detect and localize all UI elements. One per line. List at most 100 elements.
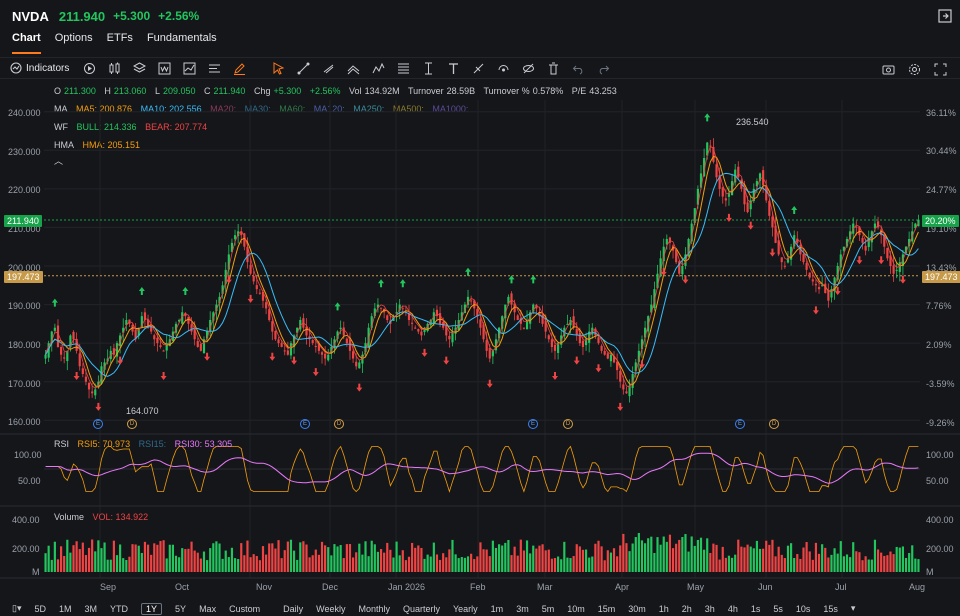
timeframe-1m[interactable]: 1m: [491, 604, 504, 614]
stock-chart-app: NVDA 211.940 +5.300 +2.56% Chart Options…: [0, 0, 960, 616]
timeframe-3m[interactable]: 3M: [85, 604, 98, 614]
earnings-marker[interactable]: E: [300, 419, 310, 429]
timeframe-weekly[interactable]: Weekly: [316, 604, 345, 614]
dividend-marker[interactable]: D: [563, 419, 573, 429]
timeframe-1s[interactable]: 1s: [751, 604, 761, 614]
redo-icon[interactable]: [595, 60, 611, 76]
timeframe-5y[interactable]: 5Y: [175, 604, 186, 614]
tab-chart[interactable]: Chart: [12, 32, 41, 54]
timeframe-10s[interactable]: 10s: [796, 604, 811, 614]
timeframe-max[interactable]: Max: [199, 604, 216, 614]
brush-icon[interactable]: [470, 60, 486, 76]
volume-bar: [628, 551, 631, 572]
timeframe-quarterly[interactable]: Quarterly: [403, 604, 440, 614]
ray-line-icon[interactable]: [320, 60, 336, 76]
pattern-icon[interactable]: [370, 60, 386, 76]
timeframe-15m[interactable]: 15m: [598, 604, 616, 614]
rsi-legend[interactable]: RSI RSI5: 70.973 RSI15: RSI30: 53.305: [54, 439, 238, 449]
volume-bar: [780, 554, 783, 572]
dividend-marker[interactable]: D: [769, 419, 779, 429]
dividend-marker[interactable]: D: [127, 419, 137, 429]
volume-bar: [895, 546, 898, 572]
candle-body: [324, 353, 327, 359]
lines-icon[interactable]: [206, 60, 222, 76]
wf-indicator-icon[interactable]: [156, 60, 172, 76]
volume-bar: [255, 556, 258, 572]
indicators-button[interactable]: Indicators: [10, 62, 69, 74]
price-tick: 180.000: [8, 340, 41, 350]
timeframe-daily[interactable]: Daily: [283, 604, 303, 614]
tab-etfs[interactable]: ETFs: [107, 32, 133, 54]
volume-legend[interactable]: Volume VOL: 134.922: [54, 512, 154, 522]
rsi-tick: 50.00: [18, 476, 41, 486]
replay-icon[interactable]: [81, 60, 97, 76]
pen-icon[interactable]: [231, 60, 247, 76]
volume-bar: [411, 542, 414, 572]
layers-icon[interactable]: [131, 60, 147, 76]
timeframe-15s[interactable]: 15s: [823, 604, 838, 614]
timeframe-1m[interactable]: 1M: [59, 604, 72, 614]
exit-fullscreen-icon[interactable]: [938, 9, 952, 23]
candle-body: [327, 354, 330, 361]
magnet-icon[interactable]: [495, 60, 511, 76]
fib-icon[interactable]: [395, 60, 411, 76]
earnings-marker[interactable]: E: [735, 419, 745, 429]
fullscreen-icon[interactable]: [932, 61, 948, 77]
gear-icon[interactable]: [906, 61, 922, 77]
volume-bar: [470, 553, 473, 572]
timeframe-5s[interactable]: 5s: [773, 604, 783, 614]
price-change: +5.300: [113, 9, 151, 23]
volume-bar: [50, 559, 53, 572]
timeframe-yearly[interactable]: Yearly: [453, 604, 478, 614]
text-icon[interactable]: [445, 60, 461, 76]
timeframe-1h[interactable]: 1h: [659, 604, 669, 614]
trend-line-icon[interactable]: [295, 60, 311, 76]
timeframe-2h[interactable]: 2h: [682, 604, 692, 614]
channel-icon[interactable]: [345, 60, 361, 76]
timeframe-custom[interactable]: Custom: [229, 604, 260, 614]
volume-tick: 200.00: [12, 544, 40, 554]
volume-bar: [659, 544, 662, 572]
bull-signal-arrow: [334, 302, 341, 311]
earnings-marker[interactable]: E: [528, 419, 538, 429]
dividend-marker[interactable]: D: [334, 419, 344, 429]
volume-bar: [749, 546, 752, 572]
timeframe-3h[interactable]: 3h: [705, 604, 715, 614]
candle-body: [783, 265, 786, 267]
undo-icon[interactable]: [570, 60, 586, 76]
earnings-marker[interactable]: E: [93, 419, 103, 429]
timeframe-5d[interactable]: 5D: [34, 604, 46, 614]
hide-drawings-icon[interactable]: [520, 60, 536, 76]
volume-bar: [84, 555, 88, 572]
tab-options[interactable]: Options: [55, 32, 93, 54]
candle-body: [488, 348, 491, 359]
volume-bar: [908, 553, 911, 572]
timeframe-ytd[interactable]: YTD: [110, 604, 128, 614]
compare-icon[interactable]: [181, 60, 197, 76]
month-label: Jan 2026: [388, 582, 426, 592]
volume-bar: [339, 544, 342, 572]
candle-type-icon[interactable]: [106, 60, 122, 76]
timeframe-3m[interactable]: 3m: [516, 604, 529, 614]
camera-icon[interactable]: [880, 61, 896, 77]
volume-bar: [199, 558, 202, 572]
tab-fundamentals[interactable]: Fundamentals: [147, 32, 217, 54]
price-chart[interactable]: [0, 80, 960, 601]
timeframe-30m[interactable]: 30m: [628, 604, 646, 614]
volume-bar: [212, 543, 215, 572]
more-timeframes-icon[interactable]: ▾: [851, 603, 856, 614]
timeframe-5m[interactable]: 5m: [542, 604, 555, 614]
volume-bar: [768, 544, 771, 572]
candle-body: [414, 327, 417, 329]
timeframe-1y[interactable]: 1Y: [141, 602, 163, 615]
delete-icon[interactable]: [545, 60, 561, 76]
layout-toggle-icon[interactable]: ▯▾: [12, 603, 21, 614]
cursor-icon[interactable]: [270, 60, 286, 76]
measure-icon[interactable]: [420, 60, 436, 76]
timeframe-monthly[interactable]: Monthly: [358, 604, 390, 614]
candle-body: [255, 285, 258, 290]
candle-body: [746, 202, 749, 212]
timeframe-10m[interactable]: 10m: [567, 604, 585, 614]
timeframe-4h[interactable]: 4h: [728, 604, 738, 614]
volume-label: Volume: [54, 512, 85, 522]
